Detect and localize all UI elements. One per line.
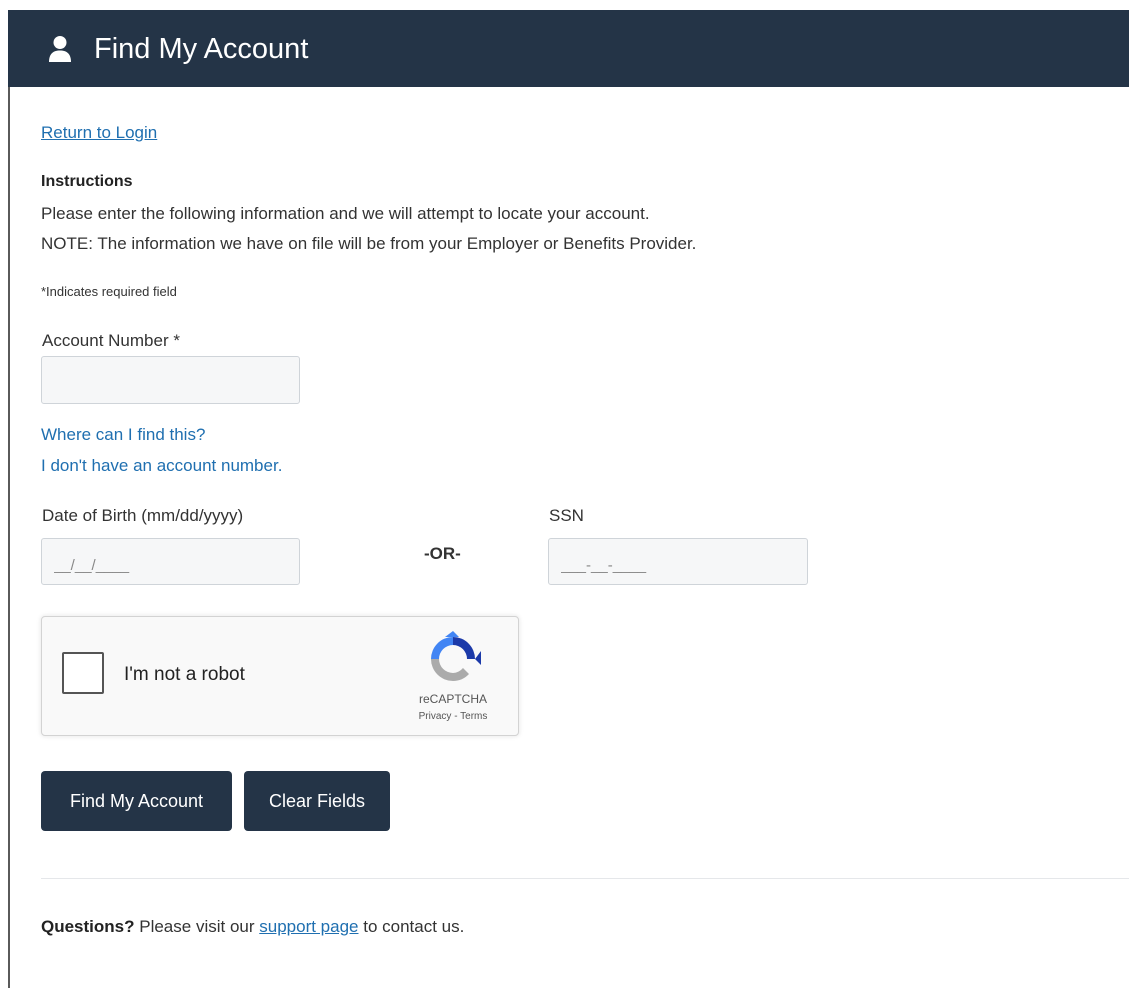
user-icon	[48, 35, 72, 63]
ssn-input[interactable]	[548, 538, 808, 585]
recaptcha-logo-icon	[425, 631, 481, 687]
left-border	[8, 10, 10, 988]
required-field-note: *Indicates required field	[41, 284, 177, 299]
account-number-label: Account Number *	[42, 331, 180, 350]
find-account-page: Find My Account Return to Login Instruct…	[0, 0, 1129, 988]
ssn-label: SSN	[549, 506, 584, 525]
footer-text-after: to contact us.	[358, 917, 465, 936]
footer-text-before: Please visit our	[134, 917, 260, 936]
account-number-input[interactable]	[41, 356, 300, 404]
page-header: Find My Account	[8, 10, 1129, 87]
recaptcha-privacy-terms-link[interactable]: Privacy - Terms	[398, 711, 508, 722]
footer-questions: Questions? Please visit our support page…	[41, 917, 464, 937]
recaptcha-label: I'm not a robot	[124, 664, 245, 685]
page-title: Find My Account	[94, 33, 309, 65]
where-find-account-link[interactable]: Where can I find this?	[41, 425, 205, 445]
instructions-text: Please enter the following information a…	[41, 204, 650, 223]
dob-input[interactable]	[41, 538, 300, 585]
recaptcha-checkbox[interactable]	[62, 652, 104, 694]
find-my-account-button[interactable]: Find My Account	[41, 771, 232, 831]
return-to-login-link[interactable]: Return to Login	[41, 123, 157, 143]
no-account-number-link[interactable]: I don't have an account number.	[41, 456, 282, 476]
instructions-note: NOTE: The information we have on file wi…	[41, 234, 697, 253]
or-separator: -OR-	[424, 544, 461, 563]
footer-questions-label: Questions?	[41, 917, 135, 936]
support-page-link[interactable]: support page	[259, 917, 358, 936]
recaptcha-widget: I'm not a robot reCAPTCHA Privacy - Term…	[41, 616, 519, 736]
instructions-heading: Instructions	[41, 173, 133, 190]
clear-fields-button[interactable]: Clear Fields	[244, 771, 390, 831]
recaptcha-brand: reCAPTCHA	[418, 692, 487, 706]
divider	[41, 878, 1129, 879]
dob-label: Date of Birth (mm/dd/yyyy)	[42, 506, 244, 525]
